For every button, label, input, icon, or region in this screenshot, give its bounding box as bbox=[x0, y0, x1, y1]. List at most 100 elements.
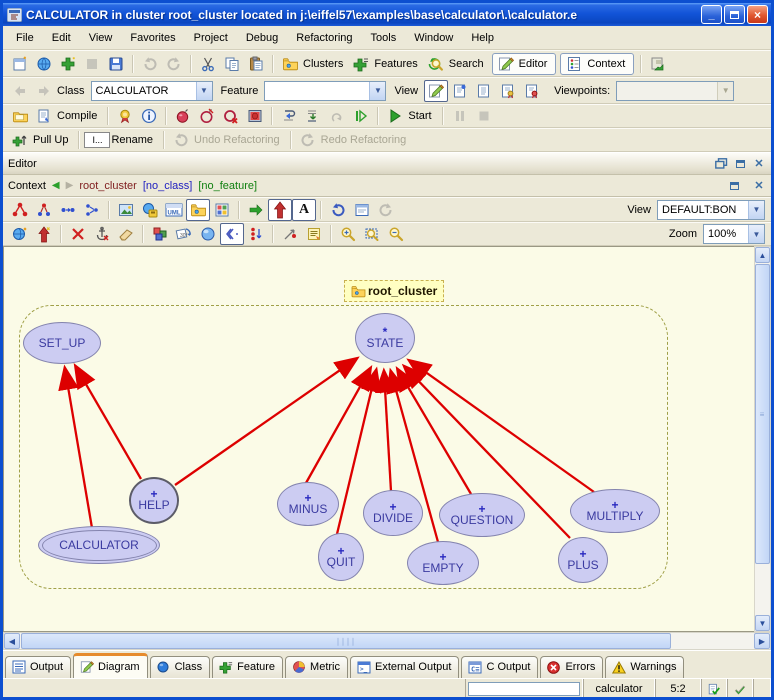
unanchor-icon[interactable] bbox=[90, 223, 114, 245]
zoom-in-icon[interactable] bbox=[336, 223, 360, 245]
horizontal-scroll-thumb[interactable]: ∣∣∣∣ bbox=[21, 633, 671, 649]
tab-warnings[interactable]: Warnings bbox=[605, 656, 684, 678]
features-plus-icon[interactable] bbox=[349, 53, 373, 75]
debug-window-icon[interactable] bbox=[243, 105, 267, 127]
enable-breakpoints-icon[interactable] bbox=[171, 105, 195, 127]
tab-c-output[interactable]: C≡ C Output bbox=[461, 656, 538, 678]
diagram-view-combobox[interactable]: DEFAULT:BON ▼ bbox=[657, 200, 765, 220]
menu-refactoring[interactable]: Refactoring bbox=[287, 28, 361, 48]
undo-diagram-icon[interactable] bbox=[326, 199, 350, 221]
supplier-icon[interactable] bbox=[80, 199, 104, 221]
vertical-scroll-thumb[interactable]: ≡ bbox=[755, 264, 770, 564]
scroll-down-icon[interactable]: ▼ bbox=[755, 615, 770, 631]
maximize-button[interactable] bbox=[724, 5, 745, 24]
text-view-icon[interactable] bbox=[424, 80, 448, 102]
save-check-icon[interactable] bbox=[701, 679, 727, 699]
diagram-canvas[interactable]: root_cluster bbox=[3, 246, 754, 632]
zoom-out-icon[interactable] bbox=[384, 223, 408, 245]
cut-icon[interactable] bbox=[196, 53, 220, 75]
client-supplier-icon[interactable] bbox=[56, 199, 80, 221]
clusters-label[interactable]: Clusters bbox=[303, 58, 343, 70]
fit-sphere-icon[interactable] bbox=[196, 223, 220, 245]
menu-debug[interactable]: Debug bbox=[237, 28, 287, 48]
chevron-down-icon[interactable]: ▼ bbox=[748, 225, 764, 243]
straighten-links-toggle[interactable] bbox=[220, 223, 244, 245]
zoom-combobox[interactable]: 100% ▼ bbox=[703, 224, 765, 244]
uml-view-icon[interactable]: UML bbox=[162, 199, 186, 221]
contract-view-icon[interactable] bbox=[496, 80, 520, 102]
layout-settings-icon[interactable] bbox=[210, 199, 234, 221]
class-combobox[interactable]: CALCULATOR ▼ bbox=[91, 81, 213, 101]
compile-icon[interactable] bbox=[32, 105, 56, 127]
labels-toggle[interactable]: A bbox=[292, 199, 316, 221]
history-back-icon[interactable]: ◀ bbox=[52, 180, 60, 191]
start-label[interactable]: Start bbox=[408, 110, 431, 122]
new-inheritance-icon[interactable] bbox=[32, 223, 56, 245]
breadcrumb-class[interactable]: [no_class] bbox=[143, 180, 193, 192]
note-icon[interactable] bbox=[302, 223, 326, 245]
menu-view[interactable]: View bbox=[80, 28, 122, 48]
rename-label[interactable]: Rename bbox=[111, 134, 153, 146]
close-button[interactable]: × bbox=[747, 5, 768, 24]
breadcrumb-cluster[interactable]: root_cluster bbox=[79, 180, 136, 192]
inheritance-links-toggle[interactable] bbox=[268, 199, 292, 221]
client-supplier-links-icon[interactable] bbox=[244, 199, 268, 221]
rename-icon[interactable]: I... bbox=[84, 132, 110, 148]
diagram-history-icon[interactable] bbox=[350, 199, 374, 221]
context-toggle-button[interactable]: Context bbox=[560, 53, 634, 75]
chevron-down-icon[interactable]: ▼ bbox=[369, 82, 385, 100]
flat-view-icon[interactable] bbox=[472, 80, 496, 102]
new-class-icon[interactable] bbox=[8, 223, 32, 245]
add-midpoint-icon[interactable] bbox=[278, 223, 302, 245]
tab-output[interactable]: Output bbox=[5, 656, 71, 678]
class-node-plus[interactable]: + PLUS bbox=[558, 537, 608, 583]
status-input[interactable] bbox=[468, 682, 580, 696]
class-node-set-up[interactable]: SET_UP bbox=[23, 322, 101, 364]
close-panel-icon[interactable]: ✕ bbox=[751, 178, 767, 193]
search-label[interactable]: Search bbox=[449, 58, 484, 70]
compile-label[interactable]: Compile bbox=[57, 110, 97, 122]
step-into-icon[interactable] bbox=[301, 105, 325, 127]
tab-errors[interactable]: Errors bbox=[540, 656, 603, 678]
class-node-minus[interactable]: + MINUS bbox=[277, 482, 339, 526]
rotate-icon[interactable]: 30° bbox=[172, 223, 196, 245]
restore-panel-icon[interactable] bbox=[713, 156, 729, 171]
cluster-hierarchy-icon[interactable] bbox=[8, 199, 32, 221]
delete-icon[interactable] bbox=[66, 223, 90, 245]
tab-class[interactable]: Class bbox=[150, 656, 211, 678]
remove-breakpoints-icon[interactable] bbox=[219, 105, 243, 127]
class-node-multiply[interactable]: + MULTIPLY bbox=[570, 489, 660, 533]
class-node-divide[interactable]: + DIVIDE bbox=[363, 490, 423, 536]
copy-icon[interactable] bbox=[220, 53, 244, 75]
clusters-folder-icon[interactable] bbox=[278, 53, 302, 75]
feature-combobox[interactable]: ▼ bbox=[264, 81, 386, 101]
menu-edit[interactable]: Edit bbox=[43, 28, 80, 48]
menu-help[interactable]: Help bbox=[462, 28, 503, 48]
eraser-icon[interactable] bbox=[114, 223, 138, 245]
horizontal-scrollbar[interactable]: ◀ ∣∣∣∣ ▶ bbox=[3, 632, 771, 650]
menu-favorites[interactable]: Favorites bbox=[121, 28, 184, 48]
start-icon[interactable] bbox=[383, 105, 407, 127]
open-file-icon[interactable] bbox=[8, 105, 32, 127]
fill-color-icon[interactable] bbox=[148, 223, 172, 245]
info-icon[interactable] bbox=[137, 105, 161, 127]
pull-up-label[interactable]: Pull Up bbox=[33, 134, 68, 146]
cluster-legend-toggle[interactable] bbox=[186, 199, 210, 221]
export-image-icon[interactable] bbox=[114, 199, 138, 221]
pull-up-icon[interactable] bbox=[8, 129, 32, 151]
disable-breakpoints-icon[interactable] bbox=[195, 105, 219, 127]
scroll-left-icon[interactable]: ◀ bbox=[4, 633, 20, 649]
class-node-empty[interactable]: + EMPTY bbox=[407, 541, 479, 585]
tab-external-output[interactable]: >_ External Output bbox=[350, 656, 459, 678]
menu-file[interactable]: File bbox=[7, 28, 43, 48]
clickable-view-icon[interactable] bbox=[448, 80, 472, 102]
chevron-down-icon[interactable]: ▼ bbox=[196, 82, 212, 100]
paste-icon[interactable] bbox=[244, 53, 268, 75]
external-commands-icon[interactable] bbox=[646, 53, 670, 75]
run-to-cursor-icon[interactable] bbox=[349, 105, 373, 127]
class-node-help[interactable]: + HELP bbox=[129, 477, 179, 524]
open-project-icon[interactable] bbox=[32, 53, 56, 75]
interface-view-icon[interactable] bbox=[520, 80, 544, 102]
class-node-calculator[interactable]: CALCULATOR bbox=[38, 526, 160, 564]
breadcrumb-feature[interactable]: [no_feature] bbox=[198, 180, 257, 192]
